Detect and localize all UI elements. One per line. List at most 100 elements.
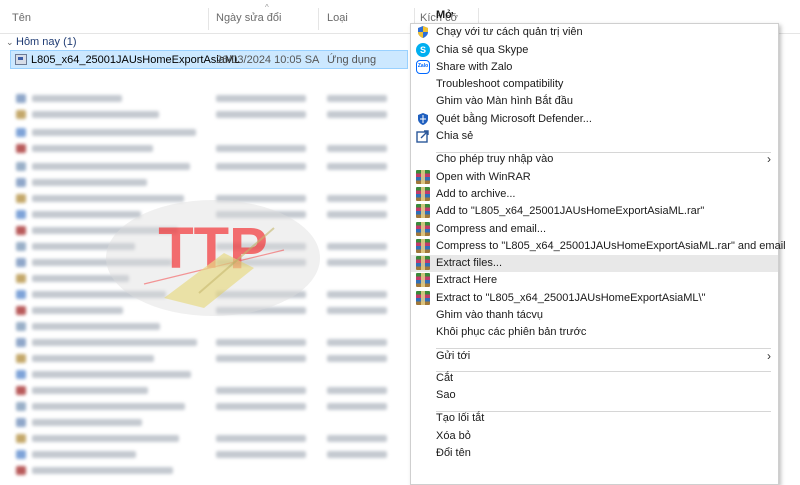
menu-item-label: Extract files... [436, 257, 503, 269]
blurred-file-type [327, 111, 387, 118]
menu-item-label: Extract Here [436, 274, 498, 286]
winrar-icon [416, 291, 430, 305]
winrar-icon [416, 204, 430, 218]
menu-item-compress-to-l805-x64-25001jaushomeexport[interactable]: Compress to "L805_x64_25001JAUsHomeExpor… [411, 238, 786, 255]
menu-item-khoi-phuc-cac-phien-ban-truoc[interactable]: Khôi phục các phiên bản trước [411, 324, 778, 341]
menu-item-extract-files[interactable]: Extract files... [411, 255, 778, 272]
menu-item-tao-loi-tat[interactable]: Tạo lối tắt [411, 410, 778, 427]
blurred-file-name [32, 145, 153, 152]
blurred-file-icon [16, 242, 26, 251]
blurred-file-icon [16, 370, 26, 379]
blurred-file-type [327, 95, 387, 102]
menu-item-extract-here[interactable]: Extract Here [411, 272, 778, 289]
chevron-right-icon: › [767, 152, 771, 166]
menu-item-gui-toi[interactable]: Gửi tới › [411, 348, 778, 365]
menu-item-ghim-vao-thanh-tacvu[interactable]: Ghim vào thanh tácvụ [411, 307, 778, 324]
application-file-icon [15, 54, 27, 65]
blurred-file-icon [16, 110, 26, 119]
blurred-file-icon [16, 322, 26, 331]
menu-item-open-with-winrar[interactable]: Open with WinRAR [411, 169, 778, 186]
blurred-file-icon [16, 354, 26, 363]
group-header-today[interactable]: ⌄ Hôm nay (1) [6, 36, 77, 48]
blurred-file-date [216, 403, 306, 410]
blurred-file-date [216, 339, 306, 346]
menu-item-label: Chạy với tư cách quản trị viên [436, 26, 583, 38]
blurred-file-date [216, 111, 306, 118]
menu-item-label: Xóa bỏ [436, 430, 471, 442]
menu-item-ghim-vao-man-hinh-bat-au[interactable]: Ghim vào Màn hình Bắt đầu [411, 93, 778, 110]
blurred-file-type [327, 355, 387, 362]
column-divider[interactable] [318, 8, 319, 30]
menu-item-label: Khôi phục các phiên bản trước [436, 326, 587, 338]
watermark-logo: TTP [106, 200, 320, 316]
blurred-file-icon [16, 210, 26, 219]
column-header-name[interactable]: Tên [12, 12, 31, 24]
menu-item-quet-bang-microsoft-defender[interactable]: Quét bằng Microsoft Defender... [411, 111, 778, 128]
menu-item-label: Add to archive... [436, 188, 516, 200]
column-header-date[interactable]: Ngày sửa đổi [216, 12, 281, 24]
menu-item-chia-se-qua-skype[interactable]: S Chia sẻ qua Skype [411, 42, 778, 59]
menu-item-share-with-zalo[interactable]: Zalo Share with Zalo [411, 59, 778, 76]
blurred-file-icon [16, 128, 26, 137]
menu-item-sao[interactable]: Sao [411, 387, 778, 404]
blurred-file-date [216, 451, 306, 458]
chevron-right-icon: › [767, 349, 771, 363]
menu-item-xoa-bo[interactable]: Xóa bỏ [411, 428, 778, 445]
menu-item-mo[interactable]: Mở [411, 7, 778, 24]
blurred-file-icon [16, 306, 26, 315]
menu-item-label: Quét bằng Microsoft Defender... [436, 113, 592, 125]
menu-item-label: Cắt [436, 372, 454, 384]
blurred-file-name [32, 371, 191, 378]
column-header-type[interactable]: Loại [327, 12, 348, 24]
blurred-file-type [327, 387, 387, 394]
menu-item-chay-voi-tu-cach-quan-tri-vien[interactable]: Chạy với tư cách quản trị viên [411, 24, 778, 41]
menu-item-label: Ghim vào thanh tácvụ [436, 309, 544, 321]
menu-item-troubleshoot-compatibility[interactable]: Troubleshoot compatibility [411, 76, 778, 93]
blurred-file-name [32, 387, 148, 394]
defender-icon [416, 112, 430, 126]
blurred-file-icon [16, 94, 26, 103]
winrar-icon [416, 256, 430, 270]
menu-item-cat[interactable]: Cắt [411, 370, 778, 387]
menu-item-chia-se[interactable]: Chia sẻ [411, 128, 778, 145]
menu-item-add-to-archive[interactable]: Add to archive... [411, 186, 778, 203]
sort-ascending-icon: ^ [265, 3, 269, 12]
winrar-icon [416, 222, 430, 236]
share-icon [416, 129, 430, 143]
blurred-file-icon [16, 226, 26, 235]
blurred-file-icon [16, 258, 26, 267]
menu-item-oi-ten[interactable]: Đổi tên [411, 445, 778, 462]
blurred-file-name [32, 419, 142, 426]
blurred-file-icon [16, 418, 26, 427]
blurred-file-type [327, 451, 387, 458]
blurred-file-date [216, 355, 306, 362]
blurred-file-icon [16, 194, 26, 203]
menu-item-label: Share with Zalo [436, 61, 513, 73]
blurred-file-name [32, 163, 190, 170]
zalo-icon: Zalo [416, 60, 430, 74]
menu-item-add-to-l805-x64-25001jaushomeexportasiam[interactable]: Add to "L805_x64_25001JAUsHomeExportAsia… [411, 203, 778, 220]
blurred-file-icon [16, 274, 26, 283]
menu-item-label: Gửi tới [436, 350, 471, 362]
blurred-file-icon [16, 338, 26, 347]
blurred-file-name [32, 339, 197, 346]
menu-item-cho-phep-truy-nhap-vao[interactable]: Cho phép truy nhập vào › [411, 151, 778, 168]
menu-item-label: Cho phép truy nhập vào [436, 153, 554, 165]
blurred-file-icon [16, 466, 26, 475]
blurred-file-icon [16, 402, 26, 411]
blurred-file-icon [16, 434, 26, 443]
menu-item-extract-to-l805-x64-25001jaushomeexporta[interactable]: Extract to "L805_x64_25001JAUsHomeExport… [411, 290, 778, 307]
menu-item-compress-and-email[interactable]: Compress and email... [411, 221, 778, 238]
blurred-file-name [32, 179, 147, 186]
menu-item-label: Chia sẻ qua Skype [436, 44, 529, 56]
menu-item-label: Compress and email... [436, 223, 547, 235]
file-row-selected[interactable]: L805_x64_25001JAUsHomeExportAsiaML 26/03… [10, 50, 408, 69]
blurred-file-icon [16, 178, 26, 187]
blurred-file-date [216, 387, 306, 394]
winrar-icon [416, 239, 430, 253]
blurred-file-type [327, 259, 387, 266]
menu-item-label: Ghim vào Màn hình Bắt đầu [436, 95, 573, 107]
column-divider[interactable] [208, 8, 209, 30]
menu-item-label: Add to "L805_x64_25001JAUsHomeExportAsia… [436, 205, 705, 217]
blurred-file-date [216, 95, 306, 102]
